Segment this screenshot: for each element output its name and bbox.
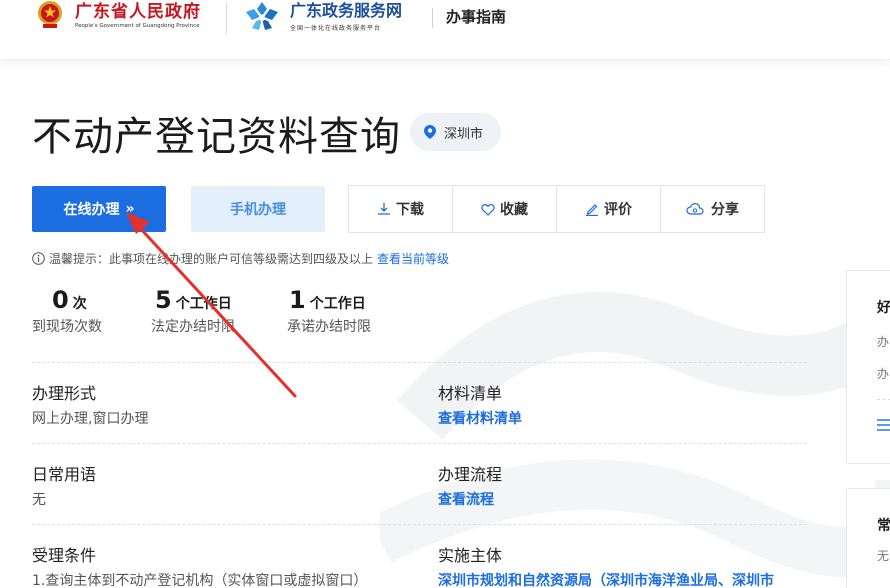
info-key: 材料清单: [438, 384, 503, 403]
top-header: 广东省人民政府 People's Government of Guangdong…: [0, 0, 890, 60]
info-key: 实施主体: [438, 546, 503, 565]
download-button[interactable]: 下载: [349, 186, 453, 232]
info-conditions: 受理条件 1.查询主体到不动产登记机构（实体窗口或虚拟窗口）: [32, 542, 367, 588]
edit-icon: [586, 204, 598, 216]
stat-label: 到现场次数: [32, 319, 102, 335]
info-key: 办理形式: [32, 384, 97, 403]
info-key: 办理流程: [438, 465, 503, 484]
location-pin-icon: [424, 125, 436, 139]
portal-subtitle: 全国一体化在线政务服务平台: [290, 25, 382, 32]
info-phrases: 日常用语 无: [32, 461, 96, 509]
view-process-link[interactable]: 查看流程: [438, 489, 502, 509]
region-label: 深圳市: [444, 126, 484, 142]
info-agency: 实施主体 深圳市规划和自然资源局（深圳市海洋渔业局、深圳市: [438, 542, 774, 588]
side-card-line: 办: [877, 335, 890, 349]
favorite-button[interactable]: 收藏: [453, 186, 557, 232]
portal-title[interactable]: 广东政务服务网: [290, 0, 402, 21]
stat-number: 5: [155, 286, 172, 314]
online-apply-label: 在线办理: [63, 202, 120, 218]
info-value: 1.查询主体到不动产登记机构（实体窗口或虚拟窗口）: [32, 573, 368, 588]
gov-title[interactable]: 广东省人民政府: [75, 0, 201, 22]
info-process: 办理流程 查看流程: [438, 461, 502, 509]
row-divider: [32, 362, 807, 363]
tip-text: 温馨提示：此事项在线办理的账户可信等级需达到四级及以上: [49, 252, 374, 266]
favorite-label: 收藏: [500, 202, 528, 218]
rate-label: 评价: [604, 202, 632, 218]
side-card-line: 办: [877, 367, 890, 381]
share-button[interactable]: 分享: [661, 186, 764, 232]
portal-logo-icon: [246, 2, 278, 30]
info-key: 受理条件: [32, 546, 97, 565]
agency-link[interactable]: 深圳市规划和自然资源局（深圳市海洋渔业局、深圳市: [438, 570, 774, 588]
share-label: 分享: [711, 202, 739, 218]
action-toolbar: 下载 收藏 评价 分享: [348, 185, 765, 233]
double-chevron-right-icon: »: [125, 201, 135, 217]
stat-legal-limit: 5 个工作日 法定办结时限: [151, 286, 235, 336]
info-form: 办理形式 网上办理,窗口办理: [32, 380, 148, 428]
info-icon: [32, 252, 45, 265]
side-card-title: 好: [877, 300, 890, 316]
stat-unit: 次: [72, 296, 87, 312]
tip-notice: 温馨提示：此事项在线办理的账户可信等级需达到四级及以上 查看当前等级: [32, 250, 449, 267]
side-card-rating: 好 办 办: [846, 270, 890, 464]
info-value: 网上办理,窗口办理: [32, 411, 149, 427]
section-title[interactable]: 办事指南: [446, 6, 506, 27]
side-card-line: 无: [877, 549, 890, 563]
page-title: 不动产登记资料查询: [32, 114, 401, 160]
stat-label: 承诺办结时限: [287, 319, 371, 335]
stat-visits: 0次 到现场次数: [32, 286, 102, 336]
info-materials: 材料清单 查看材料清单: [438, 380, 522, 428]
list-icon[interactable]: [877, 419, 890, 431]
national-emblem-icon: [38, 1, 62, 28]
download-icon: [378, 203, 390, 215]
rate-button[interactable]: 评价: [557, 186, 661, 232]
stat-number: 1: [289, 286, 306, 314]
download-label: 下载: [396, 202, 424, 218]
region-badge: 深圳市: [410, 113, 502, 151]
online-apply-button[interactable]: 在线办理 »: [32, 186, 166, 232]
card-divider: [877, 399, 890, 400]
header-divider: [226, 2, 227, 34]
view-level-link[interactable]: 查看当前等级: [377, 250, 449, 267]
stat-unit: 个工作日: [309, 296, 366, 312]
side-card-title: 常: [877, 518, 890, 534]
share-cloud-icon: [686, 203, 704, 215]
mobile-apply-button[interactable]: 手机办理: [191, 186, 325, 232]
stat-promised-limit: 1 个工作日 承诺办结时限: [287, 286, 371, 336]
side-card-common: 常 无: [846, 488, 890, 588]
gov-subtitle: People's Government of Guangdong Provinc…: [75, 23, 200, 29]
header-divider: [432, 8, 433, 28]
row-divider: [32, 524, 807, 525]
stat-label: 法定办结时限: [151, 319, 235, 335]
info-value: 无: [32, 492, 46, 508]
view-materials-link[interactable]: 查看材料清单: [438, 408, 522, 428]
stat-unit: 个工作日: [175, 296, 232, 312]
mobile-apply-label: 手机办理: [230, 202, 286, 218]
stat-number: 0: [52, 286, 69, 314]
info-key: 日常用语: [32, 465, 97, 484]
row-divider: [32, 443, 807, 444]
heart-icon: [481, 203, 495, 216]
